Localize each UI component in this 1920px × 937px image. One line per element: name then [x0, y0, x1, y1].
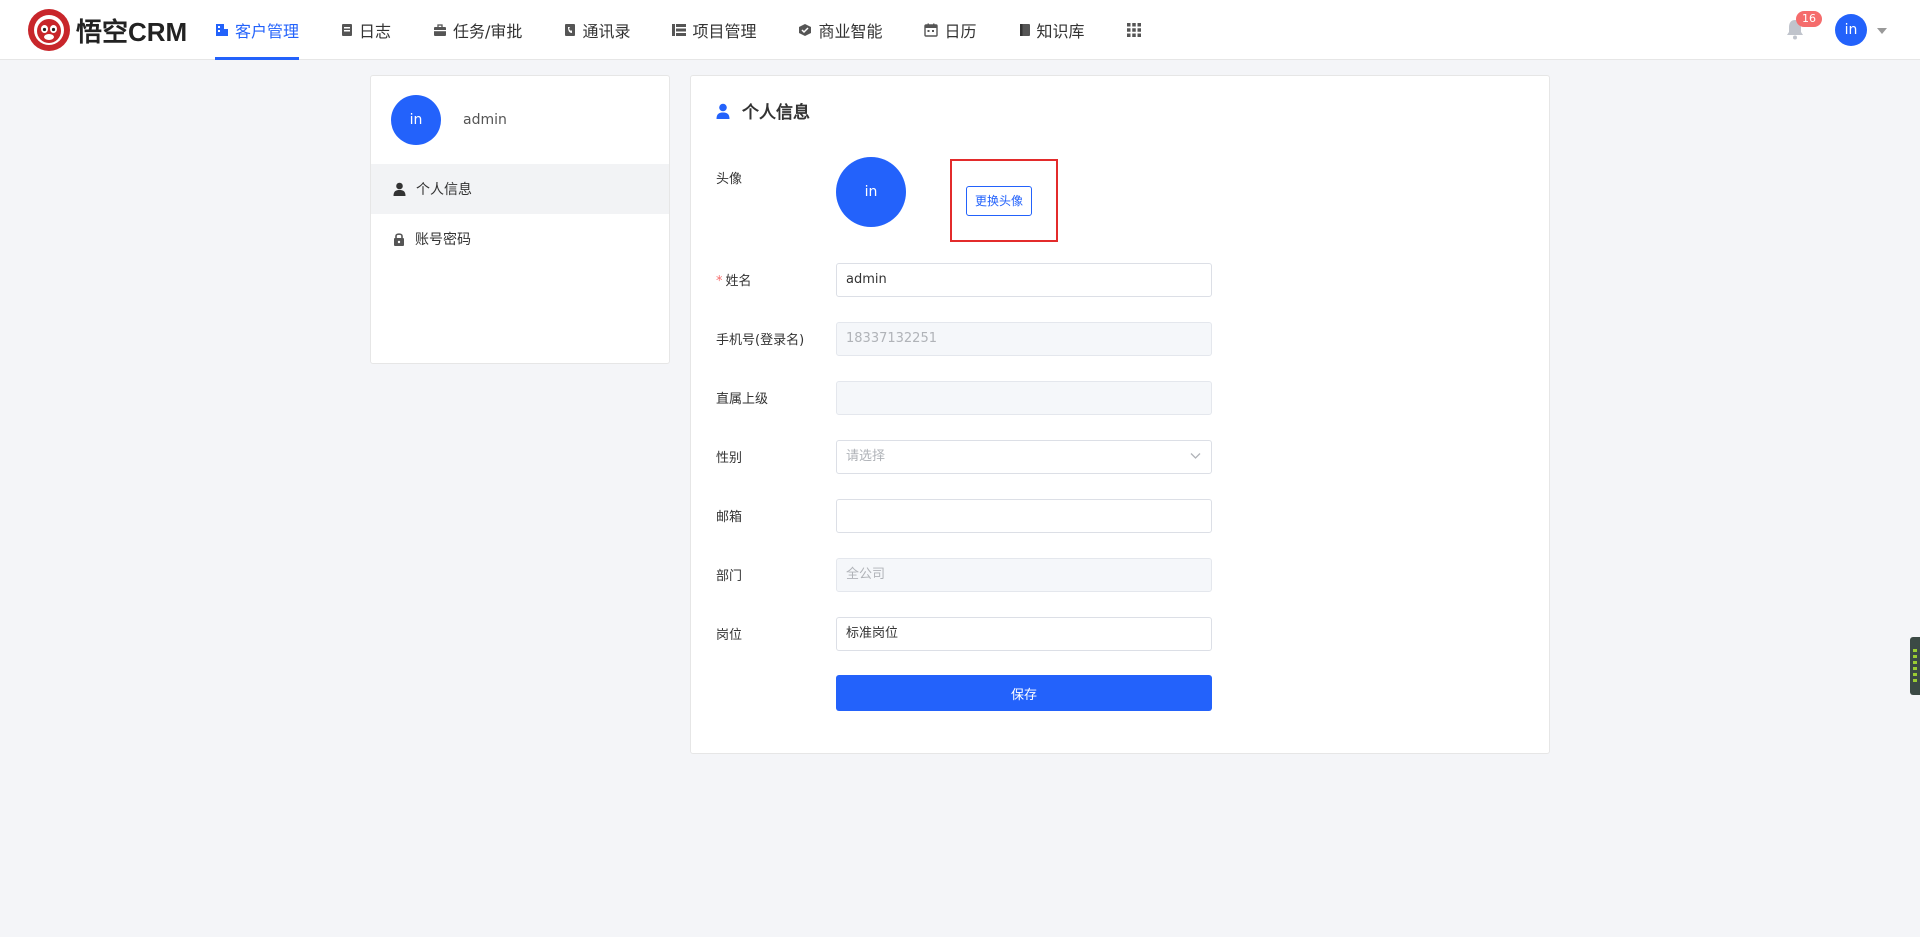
sidebar-user: in admin: [371, 76, 669, 164]
save-button[interactable]: 保存: [836, 675, 1212, 711]
position-input[interactable]: 标准岗位: [836, 617, 1212, 651]
sidebar-item-label: 账号密码: [415, 232, 471, 248]
nav-item-bi[interactable]: 商业智能: [798, 0, 882, 60]
lock-icon: [394, 233, 404, 246]
header-avatar[interactable]: in: [1835, 14, 1867, 46]
nav-label: 客户管理: [235, 22, 300, 41]
sidebar-avatar: in: [391, 95, 441, 145]
nav-label: 项目管理: [692, 22, 757, 41]
notification-badge: 16: [1796, 11, 1822, 27]
supervisor-label: 直属上级: [716, 392, 769, 407]
page-title: 个人信息: [742, 103, 810, 123]
name-label-text: 姓名: [725, 274, 752, 289]
chevron-down-icon: [1190, 453, 1201, 459]
department-label: 部门: [716, 569, 743, 584]
change-avatar-button[interactable]: 更换头像: [966, 186, 1032, 216]
nav-item-log[interactable]: 日志: [341, 0, 391, 60]
profile-sidebar: in admin 个人信息 账号密码: [370, 75, 670, 364]
name-label: * 姓名: [716, 270, 752, 289]
calendar-icon: [924, 23, 939, 37]
note-icon: [342, 24, 353, 36]
card-title: 个人信息: [716, 98, 810, 123]
sidebar-item-account-password[interactable]: 账号密码: [371, 214, 669, 264]
main-nav: 客户管理 日志 任务/审批 通讯录 项目管理 商业智能 日历 知识库: [215, 0, 1141, 60]
user-icon: [716, 103, 730, 119]
nav-label: 商业智能: [818, 22, 883, 41]
nav-item-task[interactable]: 任务/审批: [433, 0, 522, 60]
sidebar-item-personal-info[interactable]: 个人信息: [371, 164, 669, 214]
building-icon: [216, 24, 228, 36]
logo-text: 悟空CRM: [76, 16, 188, 47]
nav-label: 知识库: [1036, 22, 1085, 41]
department-input: 全公司: [836, 558, 1212, 592]
nav-label: 日志: [359, 22, 392, 41]
briefcase-icon: [434, 23, 447, 36]
required-mark: *: [716, 274, 723, 289]
gender-select[interactable]: 请选择: [836, 440, 1212, 474]
grid-icon: [1126, 23, 1141, 37]
gender-placeholder: 请选择: [846, 449, 886, 464]
nav-item-customer[interactable]: 客户管理: [215, 0, 300, 60]
phone-icon: [565, 24, 576, 36]
logo[interactable]: 悟空CRM: [28, 8, 187, 52]
nav-label: 日历: [944, 22, 977, 41]
name-input[interactable]: admin: [836, 263, 1212, 297]
gender-label: 性别: [716, 451, 743, 466]
top-bar: 悟空CRM 客户管理 日志 任务/审批 通讯录 项目管理 商业智能 日历 知识库…: [0, 0, 1920, 60]
chevron-down-icon[interactable]: [1877, 28, 1887, 34]
user-icon: [393, 182, 406, 196]
apps-grid-button[interactable]: [1126, 0, 1141, 60]
phone-input: 18337132251: [836, 322, 1212, 356]
nav-item-contacts[interactable]: 通讯录: [564, 0, 630, 60]
position-label: 岗位: [716, 628, 743, 643]
profile-avatar: in: [836, 157, 906, 227]
cube-icon: [799, 24, 812, 36]
nav-label: 任务/审批: [453, 22, 523, 41]
email-label: 邮箱: [716, 510, 743, 525]
nav-item-calendar[interactable]: 日历: [924, 0, 977, 60]
monkey-logo-icon: [28, 9, 70, 51]
nav-item-project[interactable]: 项目管理: [672, 0, 756, 60]
list-icon: [672, 24, 687, 36]
book-icon: [1019, 24, 1030, 36]
side-widget-handle[interactable]: [1910, 637, 1920, 695]
nav-label: 通讯录: [582, 22, 631, 41]
avatar-label: 头像: [716, 172, 743, 187]
phone-label: 手机号(登录名): [716, 333, 805, 348]
sidebar-username: admin: [463, 112, 507, 128]
profile-card: 个人信息 头像 in 更换头像 * 姓名 admin 手机号(登录名) 18337…: [690, 75, 1550, 754]
sidebar-item-label: 个人信息: [416, 182, 472, 198]
nav-item-knowledge[interactable]: 知识库: [1019, 0, 1085, 60]
email-input[interactable]: [836, 499, 1212, 533]
supervisor-input: [836, 381, 1212, 415]
